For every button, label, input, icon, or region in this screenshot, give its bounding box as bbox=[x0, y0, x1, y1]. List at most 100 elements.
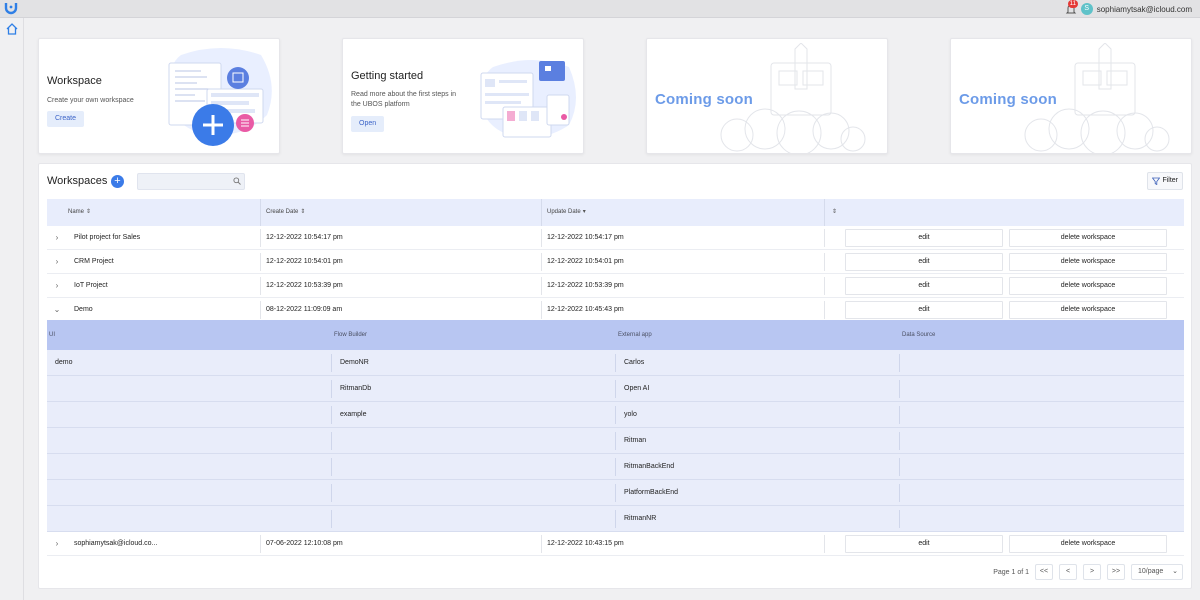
create-date: 08-12-2022 11:09:09 am bbox=[266, 306, 343, 313]
workspace-card-title: Workspace bbox=[47, 75, 102, 87]
external-item[interactable]: yolo bbox=[624, 402, 637, 428]
workspaces-title: Workspaces bbox=[47, 175, 108, 187]
edit-button[interactable]: edit bbox=[845, 277, 1003, 295]
user-area: 11 S sophiamytsak@icloud.com bbox=[1065, 0, 1192, 17]
create-workspace-button[interactable]: Create bbox=[47, 111, 85, 127]
first-page-button[interactable]: << bbox=[1035, 564, 1053, 580]
sub-column-data-source: Data Source bbox=[902, 332, 936, 338]
ui-item[interactable]: demo bbox=[55, 350, 73, 376]
search-icon bbox=[233, 177, 241, 185]
workspace-name: CRM Project bbox=[74, 258, 114, 265]
sub-row: RitmanNR bbox=[47, 506, 1184, 532]
workspace-name: Demo bbox=[74, 306, 93, 313]
workspace-illustration bbox=[168, 48, 272, 146]
update-date: 12-12-2022 10:43:15 pm bbox=[547, 540, 624, 547]
getting-started-illustration bbox=[480, 60, 576, 138]
delete-workspace-button[interactable]: delete workspace bbox=[1009, 535, 1167, 553]
table-row[interactable]: › CRM Project 12-12-2022 10:54:01 pm 12-… bbox=[47, 250, 1184, 274]
table-row-expanded[interactable]: ⌄ Demo 08-12-2022 11:09:09 am 12-12-2022… bbox=[47, 298, 1184, 322]
delete-workspace-button[interactable]: delete workspace bbox=[1009, 301, 1167, 319]
table-row[interactable]: › IoT Project 12-12-2022 10:53:39 pm 12-… bbox=[47, 274, 1184, 298]
delete-workspace-button[interactable]: delete workspace bbox=[1009, 253, 1167, 271]
sub-column-flow-builder: Flow Builder bbox=[334, 332, 368, 338]
sidebar bbox=[0, 18, 24, 600]
external-item[interactable]: PlatformBackEnd bbox=[624, 480, 678, 506]
external-item[interactable]: Ritman bbox=[624, 428, 646, 454]
sub-column-ui: UI bbox=[49, 332, 55, 338]
last-page-button[interactable]: >> bbox=[1107, 564, 1125, 580]
getting-started-desc-2: the UBOS platform bbox=[351, 101, 410, 108]
column-actions[interactable]: ⇕ bbox=[830, 199, 837, 226]
flow-item[interactable]: example bbox=[340, 402, 366, 428]
page-size-select[interactable]: 10/page ⌄ bbox=[1131, 564, 1183, 580]
expanded-header: UI Flow Builder External app Data Source bbox=[47, 320, 1184, 350]
column-name[interactable]: Name ⇕ bbox=[68, 199, 91, 226]
expand-icon[interactable]: › bbox=[53, 532, 61, 556]
update-date: 12-12-2022 10:54:17 pm bbox=[547, 234, 624, 241]
column-create-date[interactable]: Create Date ⇕ bbox=[266, 199, 305, 226]
add-workspace-button[interactable]: + bbox=[111, 175, 124, 188]
sub-row: example yolo bbox=[47, 402, 1184, 428]
create-date: 12-12-2022 10:54:17 pm bbox=[266, 234, 343, 241]
table-header: Name ⇕ Create Date ⇕ Update Date ▾ ⇕ bbox=[47, 199, 1184, 226]
edit-button[interactable]: edit bbox=[845, 535, 1003, 553]
coming-soon-card-1: Coming soon bbox=[646, 38, 888, 154]
sub-row: RitmanDb Open AI bbox=[47, 376, 1184, 402]
sort-icon: ⇕ bbox=[832, 209, 838, 215]
update-date: 12-12-2022 10:54:01 pm bbox=[547, 258, 624, 265]
update-date: 12-12-2022 10:53:39 pm bbox=[547, 282, 624, 289]
sub-column-external-app: External app bbox=[618, 332, 652, 338]
delete-workspace-button[interactable]: delete workspace bbox=[1009, 277, 1167, 295]
workspace-card-desc: Create your own workspace bbox=[47, 97, 134, 104]
sub-row: demo DemoNR Carlos bbox=[47, 350, 1184, 376]
user-email[interactable]: sophiamytsak@icloud.com bbox=[1097, 5, 1192, 14]
pagination: Page 1 of 1 << < > >> 10/page ⌄ bbox=[993, 564, 1183, 580]
sub-row: PlatformBackEnd bbox=[47, 480, 1184, 506]
workspace-name: Pilot project for Sales bbox=[74, 234, 141, 241]
table-row[interactable]: › Pilot project for Sales 12-12-2022 10:… bbox=[47, 226, 1184, 250]
coming-soon-card-2: Coming soon bbox=[950, 38, 1192, 154]
notifications[interactable]: 11 bbox=[1065, 0, 1078, 16]
update-date: 12-12-2022 10:45:43 pm bbox=[547, 306, 624, 313]
edit-button[interactable]: edit bbox=[845, 253, 1003, 271]
table-row[interactable]: › sophiamytsak@icloud.co... 07-06-2022 1… bbox=[47, 532, 1184, 556]
expand-icon[interactable]: › bbox=[53, 274, 61, 298]
external-item[interactable]: Open AI bbox=[624, 376, 649, 402]
edit-button[interactable]: edit bbox=[845, 301, 1003, 319]
external-item[interactable]: RitmanBackEnd bbox=[624, 454, 674, 480]
getting-started-desc-1: Read more about the first steps in bbox=[351, 91, 457, 98]
flow-item[interactable]: DemoNR bbox=[340, 350, 369, 376]
external-item[interactable]: Carlos bbox=[624, 350, 644, 376]
prev-page-button[interactable]: < bbox=[1059, 564, 1077, 580]
expand-icon[interactable]: › bbox=[53, 250, 61, 274]
flow-item[interactable]: RitmanDb bbox=[340, 376, 371, 402]
sub-row: RitmanBackEnd bbox=[47, 454, 1184, 480]
column-update-date[interactable]: Update Date ▾ bbox=[547, 199, 586, 226]
page-size-value: 10/page bbox=[1138, 568, 1164, 575]
notification-badge: 11 bbox=[1067, 0, 1078, 8]
next-page-button[interactable]: > bbox=[1083, 564, 1101, 580]
top-bar: 11 S sophiamytsak@icloud.com bbox=[0, 0, 1200, 18]
open-getting-started-button[interactable]: Open bbox=[351, 116, 385, 132]
ubos-logo-icon[interactable] bbox=[4, 1, 18, 15]
external-item[interactable]: RitmanNR bbox=[624, 506, 656, 532]
delete-workspace-button[interactable]: delete workspace bbox=[1009, 229, 1167, 247]
create-date: 12-12-2022 10:54:01 pm bbox=[266, 258, 343, 265]
collapse-icon[interactable]: ⌄ bbox=[53, 298, 61, 322]
edit-button[interactable]: edit bbox=[845, 229, 1003, 247]
avatar[interactable]: S bbox=[1080, 3, 1093, 15]
sort-desc-icon: ▾ bbox=[582, 209, 586, 215]
search-input[interactable] bbox=[137, 173, 245, 190]
sort-icon: ⇕ bbox=[300, 209, 306, 215]
workspaces-panel: Workspaces + Filter Name ⇕ Create Date ⇕ U… bbox=[38, 163, 1192, 589]
coming-soon-label-1: Coming soon bbox=[655, 91, 754, 108]
expand-icon[interactable]: › bbox=[53, 226, 61, 250]
create-date: 07-06-2022 12:10:08 pm bbox=[266, 540, 343, 547]
getting-started-title: Getting started bbox=[351, 70, 424, 82]
coming-soon-label-2: Coming soon bbox=[959, 91, 1058, 108]
filter-button[interactable]: Filter bbox=[1147, 172, 1183, 190]
home-icon[interactable] bbox=[5, 22, 19, 36]
workspace-card: Workspace Create your own workspace Crea… bbox=[38, 38, 280, 154]
filter-label: Filter bbox=[1162, 177, 1178, 184]
workspace-name: IoT Project bbox=[74, 282, 108, 289]
